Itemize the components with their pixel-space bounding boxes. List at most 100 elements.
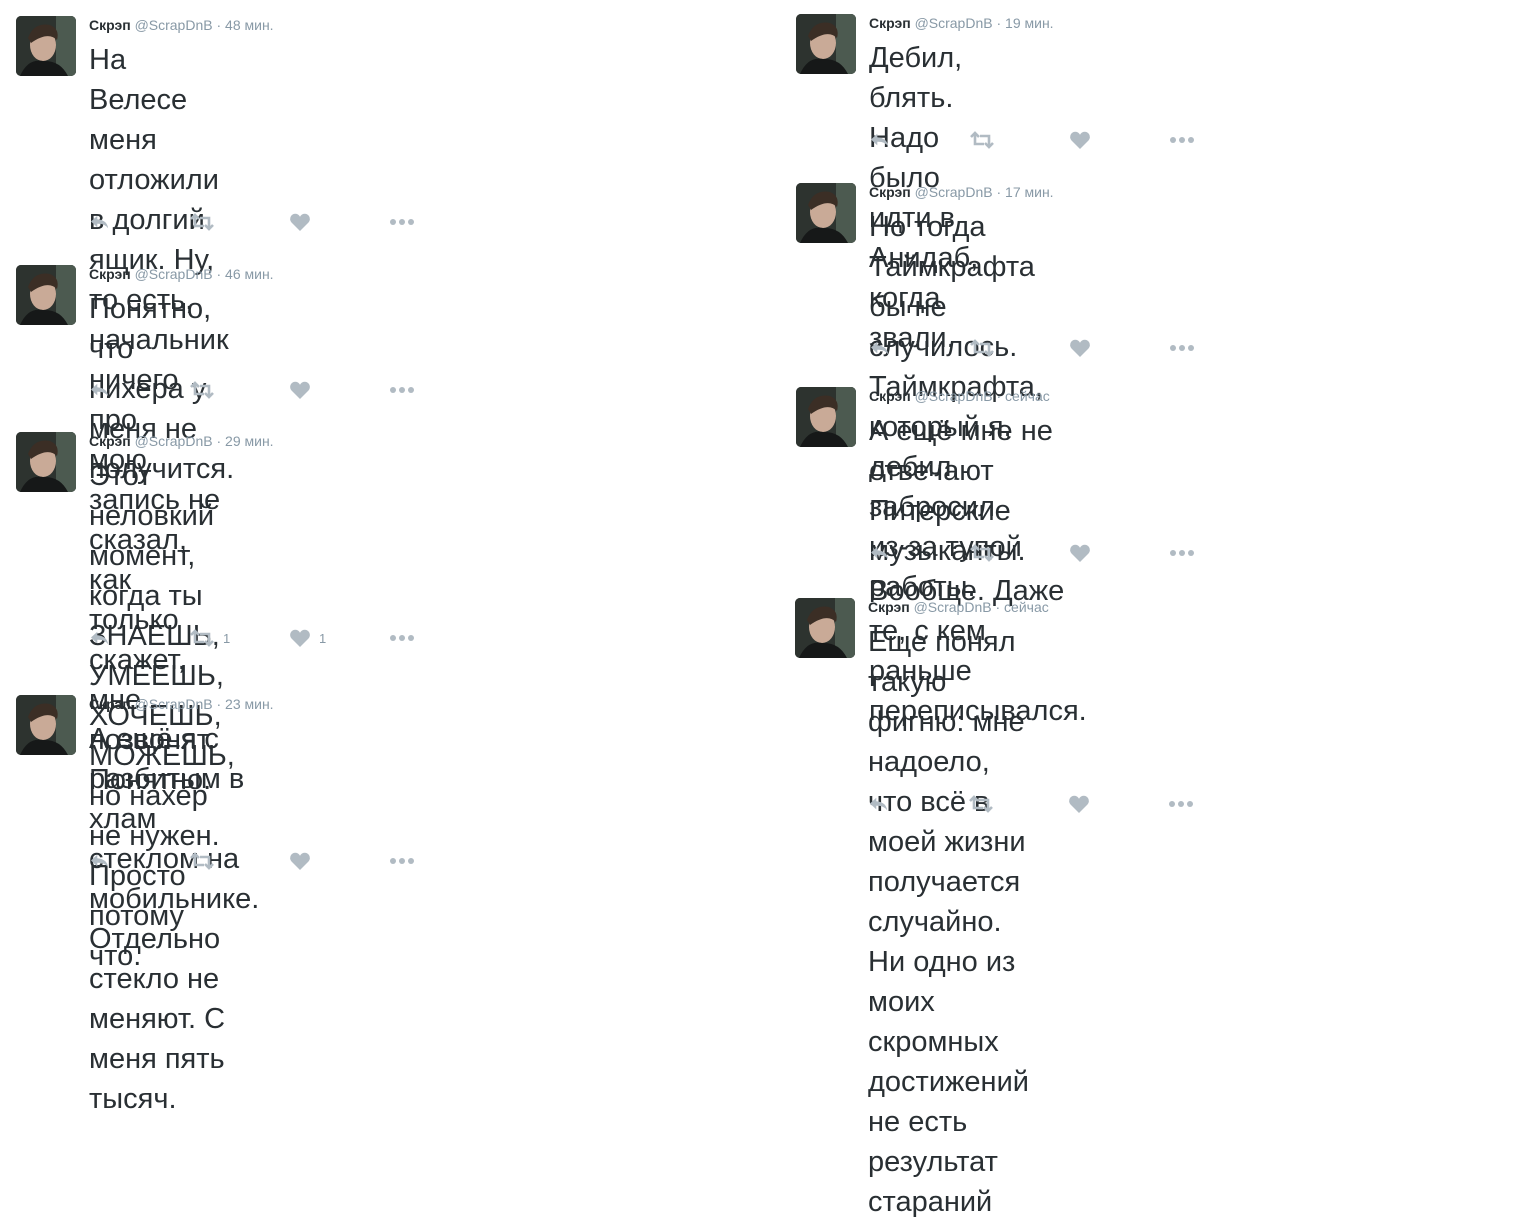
reply-button[interactable] xyxy=(869,336,891,360)
retweet-count: 1 xyxy=(223,630,231,646)
like-button[interactable] xyxy=(289,378,319,402)
tweet-timestamp[interactable]: 17 мин. xyxy=(1005,184,1054,200)
user-handle[interactable]: @ScrapDnB xyxy=(135,433,213,449)
user-handle[interactable]: @ScrapDnB xyxy=(915,388,993,404)
reply-icon xyxy=(89,213,111,231)
retweet-icon xyxy=(969,131,995,149)
separator-dot: · xyxy=(996,388,1002,404)
avatar[interactable] xyxy=(16,16,76,76)
avatar[interactable] xyxy=(16,695,76,755)
user-name[interactable]: Скрэп xyxy=(89,696,131,712)
retweet-button[interactable] xyxy=(189,378,223,402)
user-name[interactable]: Скрэп xyxy=(869,388,911,404)
heart-icon xyxy=(1068,794,1090,814)
retweet-button[interactable] xyxy=(189,210,223,234)
user-name[interactable]: Скрэп xyxy=(89,433,131,449)
retweet-button[interactable] xyxy=(969,128,1003,152)
tweet-header: Скрэп @ScrapDnB · 17 мин. xyxy=(869,183,1054,201)
reply-icon xyxy=(869,544,891,562)
reply-icon xyxy=(89,381,111,399)
more-button[interactable] xyxy=(1168,792,1194,816)
avatar[interactable] xyxy=(796,387,856,447)
user-name[interactable]: Скрэп xyxy=(89,266,131,282)
like-button[interactable] xyxy=(1069,128,1099,152)
like-button[interactable] xyxy=(1068,792,1098,816)
retweet-button[interactable] xyxy=(189,849,223,873)
tweet-header: Скрэп @ScrapDnB · 19 мин. xyxy=(869,14,1054,32)
more-button[interactable] xyxy=(389,849,415,873)
tweet-timestamp[interactable]: 29 мин. xyxy=(225,433,274,449)
retweet-icon xyxy=(189,852,215,870)
user-name[interactable]: Скрэп xyxy=(869,184,911,200)
user-name[interactable]: Скрэп xyxy=(868,599,910,615)
heart-icon xyxy=(289,380,311,400)
tweet-header: Скрэп @ScrapDnB · 29 мин. xyxy=(89,432,274,450)
more-button[interactable] xyxy=(1169,336,1195,360)
separator-dot: · xyxy=(216,266,222,282)
user-name[interactable]: Скрэп xyxy=(869,15,911,31)
user-handle[interactable]: @ScrapDnB xyxy=(915,184,993,200)
separator-dot: · xyxy=(996,184,1002,200)
tweet-timestamp[interactable]: 19 мин. xyxy=(1005,15,1054,31)
more-button[interactable] xyxy=(389,626,415,650)
retweet-button[interactable] xyxy=(969,336,1003,360)
more-button[interactable] xyxy=(1169,541,1195,565)
reply-button[interactable] xyxy=(89,626,111,650)
like-button[interactable] xyxy=(289,210,319,234)
reply-button[interactable] xyxy=(869,541,891,565)
tweet-timestamp[interactable]: сейчас xyxy=(1004,599,1049,615)
retweet-button[interactable]: 1 xyxy=(189,626,230,650)
user-handle[interactable]: @ScrapDnB xyxy=(914,599,992,615)
tweet-timestamp[interactable]: 48 мин. xyxy=(225,17,274,33)
reply-button[interactable] xyxy=(89,210,111,234)
retweet-button[interactable] xyxy=(968,792,1002,816)
tweet-timestamp[interactable]: 46 мин. xyxy=(225,266,274,282)
retweet-icon xyxy=(189,381,215,399)
reply-button[interactable] xyxy=(869,128,891,152)
avatar[interactable] xyxy=(795,598,855,658)
reply-icon xyxy=(869,131,891,149)
retweet-button[interactable] xyxy=(969,541,1003,565)
like-button[interactable] xyxy=(1069,336,1099,360)
more-button[interactable] xyxy=(1169,128,1195,152)
reply-icon xyxy=(89,852,111,870)
retweet-icon xyxy=(189,629,215,647)
tweet-header: Скрэп @ScrapDnB · 48 мин. xyxy=(89,16,274,34)
heart-icon xyxy=(1069,338,1091,358)
reply-button[interactable] xyxy=(868,792,890,816)
heart-icon xyxy=(1069,130,1091,150)
like-count: 1 xyxy=(319,630,327,646)
more-button[interactable] xyxy=(389,378,415,402)
user-handle[interactable]: @ScrapDnB xyxy=(135,266,213,282)
tweet-text: Еще понял такую фигню: мне надоело, что … xyxy=(868,626,1029,1218)
like-button[interactable] xyxy=(1069,541,1099,565)
separator-dot: · xyxy=(995,599,1001,615)
tweet-header: Скрэп @ScrapDnB · сейчас xyxy=(869,387,1050,405)
avatar[interactable] xyxy=(16,265,76,325)
heart-icon xyxy=(289,212,311,232)
like-button[interactable] xyxy=(289,849,319,873)
avatar[interactable] xyxy=(796,14,856,74)
user-handle[interactable]: @ScrapDnB xyxy=(135,696,213,712)
tweet-header: Скрэп @ScrapDnB · 46 мин. xyxy=(89,265,274,283)
tweet-timestamp[interactable]: 23 мин. xyxy=(225,696,274,712)
avatar[interactable] xyxy=(796,183,856,243)
user-handle[interactable]: @ScrapDnB xyxy=(915,15,993,31)
retweet-icon xyxy=(968,795,994,813)
more-icon xyxy=(389,634,415,642)
avatar[interactable] xyxy=(16,432,76,492)
retweet-icon xyxy=(969,339,995,357)
more-button[interactable] xyxy=(389,210,415,234)
tweet-header: Скрэп @ScrapDnB · сейчас xyxy=(868,598,1049,616)
heart-icon xyxy=(289,628,311,648)
user-name[interactable]: Скрэп xyxy=(89,17,131,33)
reply-icon xyxy=(869,339,891,357)
retweet-icon xyxy=(969,544,995,562)
reply-button[interactable] xyxy=(89,849,111,873)
like-button[interactable]: 1 xyxy=(289,626,326,650)
more-icon xyxy=(1169,136,1195,144)
user-handle[interactable]: @ScrapDnB xyxy=(135,17,213,33)
reply-icon xyxy=(868,795,890,813)
reply-button[interactable] xyxy=(89,378,111,402)
tweet-timestamp[interactable]: сейчас xyxy=(1005,388,1050,404)
